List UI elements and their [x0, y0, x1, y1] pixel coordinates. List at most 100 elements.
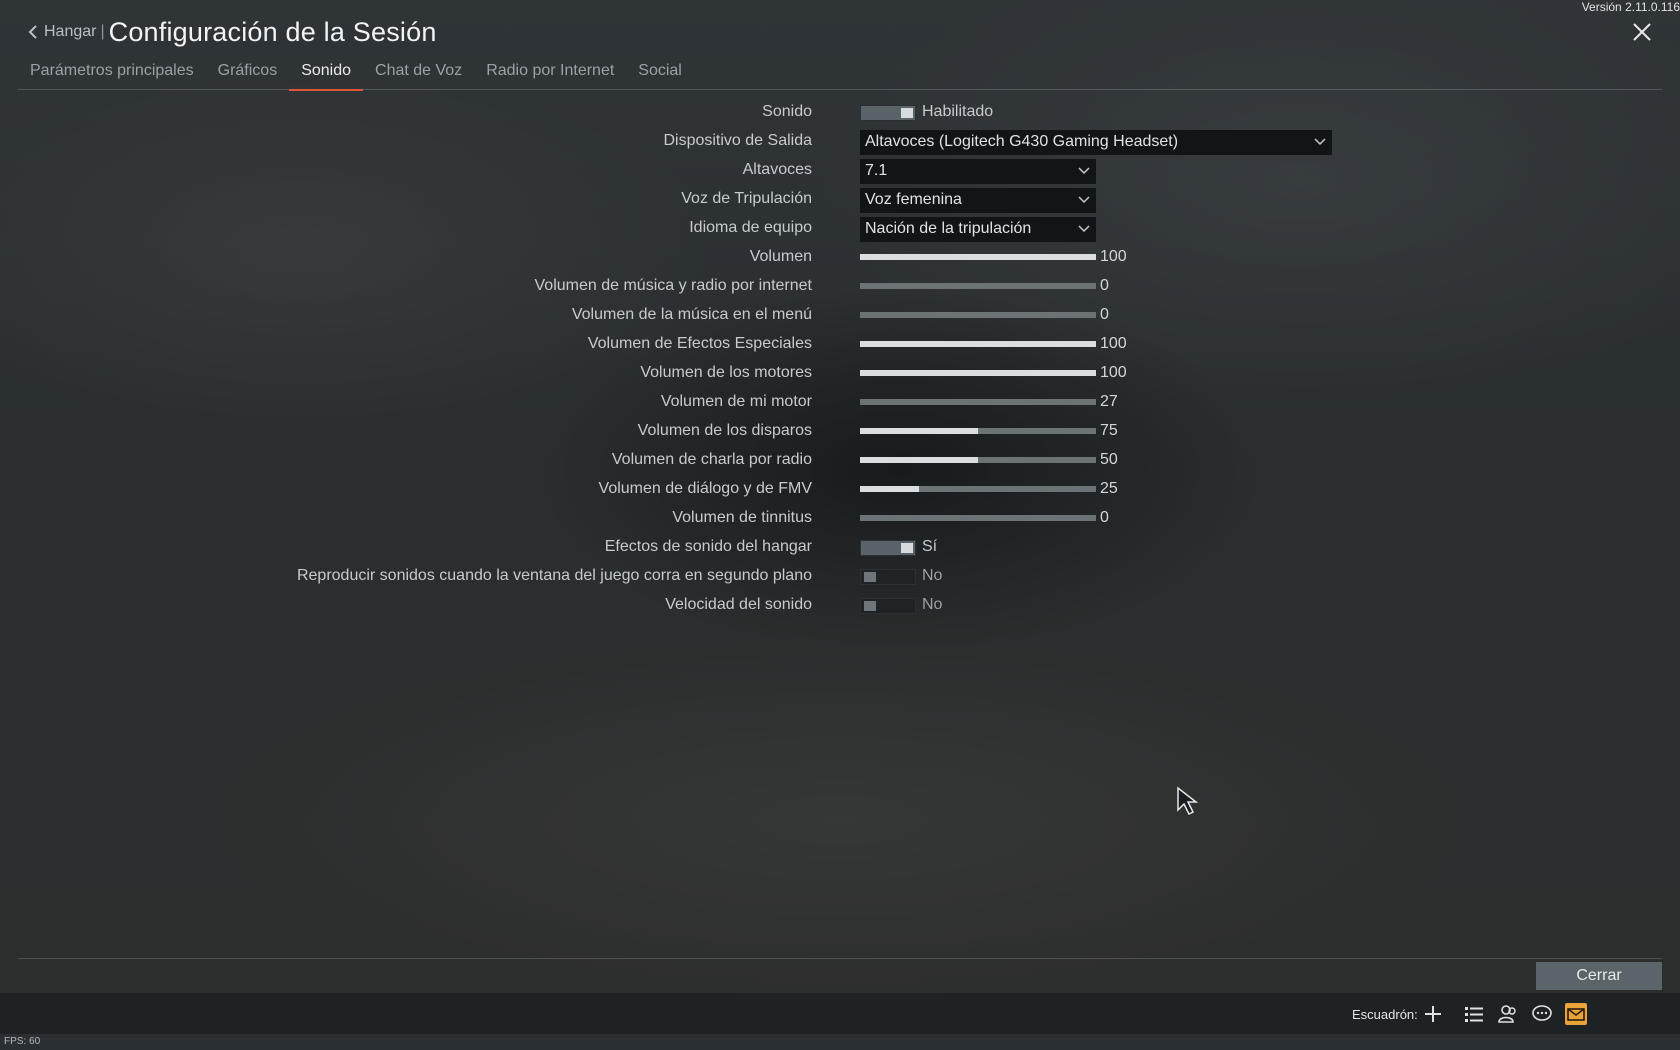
settings-tabs: Parámetros principales Gráficos Sonido C… [18, 56, 1662, 91]
setting-row-voz-tripulacion: Voz de Tripulación Voz femenina [0, 186, 1680, 215]
chat-icon[interactable] [1531, 1003, 1553, 1025]
setting-row-vol-efectos: Volumen de Efectos Especiales 100 [0, 331, 1680, 360]
setting-row-idioma-equipo: Idioma de equipo Nación de la tripulació… [0, 215, 1680, 244]
setting-row-velocidad-sonido: Velocidad del sonido No [0, 592, 1680, 621]
hangar-sound-effects-toggle[interactable] [860, 540, 916, 556]
setting-label: Volumen [749, 248, 812, 265]
setting-label: Sonido [762, 103, 812, 120]
slider-fill [860, 428, 978, 434]
friends-icon[interactable] [1497, 1003, 1519, 1025]
effects-volume-slider[interactable] [860, 341, 1096, 347]
tab-sonido[interactable]: Sonido [289, 56, 363, 91]
list-icon[interactable] [1463, 1003, 1485, 1025]
slider-fill [860, 341, 1096, 347]
crew-language-dropdown[interactable]: Nación de la tripulación [860, 217, 1096, 242]
slider-value: 0 [1100, 509, 1109, 526]
setting-row-altavoces: Altavoces 7.1 [0, 157, 1680, 186]
output-device-dropdown[interactable]: Altavoces (Logitech G430 Gaming Headset) [860, 130, 1332, 155]
toggle-knob [864, 601, 876, 611]
footer-divider [18, 958, 1662, 959]
squad-label: Escuadrón: [1352, 1007, 1418, 1022]
setting-label: Reproducir sonidos cuando la ventana del… [296, 567, 812, 584]
mail-icon[interactable] [1565, 1003, 1587, 1025]
tinnitus-volume-slider[interactable] [860, 515, 1096, 521]
volume-slider[interactable] [860, 254, 1096, 260]
setting-label: Altavoces [742, 161, 812, 178]
back-chevron-icon[interactable] [26, 25, 40, 39]
toggle-knob [901, 543, 913, 553]
version-label: Versión 2.11.0.116 [1581, 0, 1680, 14]
setting-label: Volumen de tinnitus [672, 509, 812, 526]
music-radio-volume-slider[interactable] [860, 283, 1096, 289]
slider-fill [860, 457, 978, 463]
dropdown-chevron-icon [1078, 225, 1090, 233]
setting-label: Volumen de mi motor [660, 393, 812, 410]
slider-value: 100 [1100, 364, 1127, 381]
speakers-dropdown[interactable]: 7.1 [860, 159, 1096, 184]
setting-row-sonido: Sonido Habilitado [0, 99, 1680, 128]
toggle-state-text: Sí [922, 538, 938, 555]
setting-label: Efectos de sonido del hangar [604, 538, 812, 555]
setting-label: Volumen de Efectos Especiales [587, 335, 812, 352]
slider-value: 75 [1100, 422, 1118, 439]
tab-parametros-principales[interactable]: Parámetros principales [18, 56, 206, 90]
slider-fill [860, 370, 1096, 376]
setting-row-volumen: Volumen 100 [0, 244, 1680, 273]
setting-label: Volumen de los motores [640, 364, 812, 381]
tab-graficos[interactable]: Gráficos [206, 56, 290, 90]
toggle-state-text: No [922, 596, 943, 613]
dropdown-chevron-icon [1078, 196, 1090, 204]
setting-label: Volumen de la música en el menú [571, 306, 812, 323]
setting-label: Volumen de diálogo y de FMV [598, 480, 812, 497]
setting-row-segundo-plano: Reproducir sonidos cuando la ventana del… [0, 563, 1680, 592]
slider-value: 27 [1100, 393, 1118, 410]
mouse-cursor-icon [1177, 786, 1198, 816]
dropdown-value: 7.1 [865, 162, 888, 179]
setting-row-vol-musica-menu: Volumen de la música en el menú 0 [0, 302, 1680, 331]
slider-value: 50 [1100, 451, 1118, 468]
toggle-knob [864, 572, 876, 582]
menu-music-volume-slider[interactable] [860, 312, 1096, 318]
slider-value: 0 [1100, 277, 1109, 294]
sonido-toggle[interactable] [860, 105, 916, 121]
setting-row-vol-dialogo: Volumen de diálogo y de FMV 25 [0, 476, 1680, 505]
tab-chat-de-voz[interactable]: Chat de Voz [363, 56, 474, 90]
page-title: Configuración de la Sesión [108, 16, 437, 47]
setting-label: Idioma de equipo [689, 219, 812, 236]
setting-row-vol-mi-motor: Volumen de mi motor 27 [0, 389, 1680, 418]
breadcrumb-separator: | [100, 23, 105, 40]
dialogue-volume-slider[interactable] [860, 486, 1096, 492]
shots-volume-slider[interactable] [860, 428, 1096, 434]
setting-label: Velocidad del sonido [665, 596, 812, 613]
setting-label: Voz de Tripulación [681, 190, 812, 207]
toggle-knob [901, 108, 913, 118]
background-sound-toggle[interactable] [860, 569, 916, 585]
slider-value: 100 [1100, 335, 1127, 352]
my-engine-volume-slider[interactable] [860, 399, 1096, 405]
setting-row-efectos-hangar: Efectos de sonido del hangar Sí [0, 534, 1680, 563]
setting-label: Volumen de charla por radio [611, 451, 812, 468]
dropdown-chevron-icon [1078, 167, 1090, 175]
close-icon[interactable] [1632, 22, 1652, 42]
tab-radio-por-internet[interactable]: Radio por Internet [474, 56, 626, 90]
speed-of-sound-toggle[interactable] [860, 598, 916, 614]
setting-label: Volumen de los disparos [637, 422, 812, 439]
header: Hangar | Configuración de la Sesión [26, 14, 437, 50]
setting-label: Volumen de música y radio por internet [534, 277, 812, 294]
dropdown-value: Altavoces (Logitech G430 Gaming Headset) [865, 133, 1179, 150]
engines-volume-slider[interactable] [860, 370, 1096, 376]
dropdown-value: Nación de la tripulación [865, 220, 1032, 237]
plus-icon[interactable] [1422, 1003, 1444, 1025]
slider-value: 25 [1100, 480, 1118, 497]
slider-fill [860, 254, 1096, 260]
slider-value: 100 [1100, 248, 1127, 265]
setting-row-vol-charla-radio: Volumen de charla por radio 50 [0, 447, 1680, 476]
radio-chatter-volume-slider[interactable] [860, 457, 1096, 463]
back-to-hangar-link[interactable]: Hangar [44, 23, 96, 41]
dropdown-value: Voz femenina [865, 191, 962, 208]
status-strip [0, 1034, 1680, 1050]
close-button[interactable]: Cerrar [1536, 962, 1662, 990]
crew-voice-dropdown[interactable]: Voz femenina [860, 188, 1096, 213]
setting-label: Dispositivo de Salida [663, 132, 812, 149]
tab-social[interactable]: Social [626, 56, 694, 90]
